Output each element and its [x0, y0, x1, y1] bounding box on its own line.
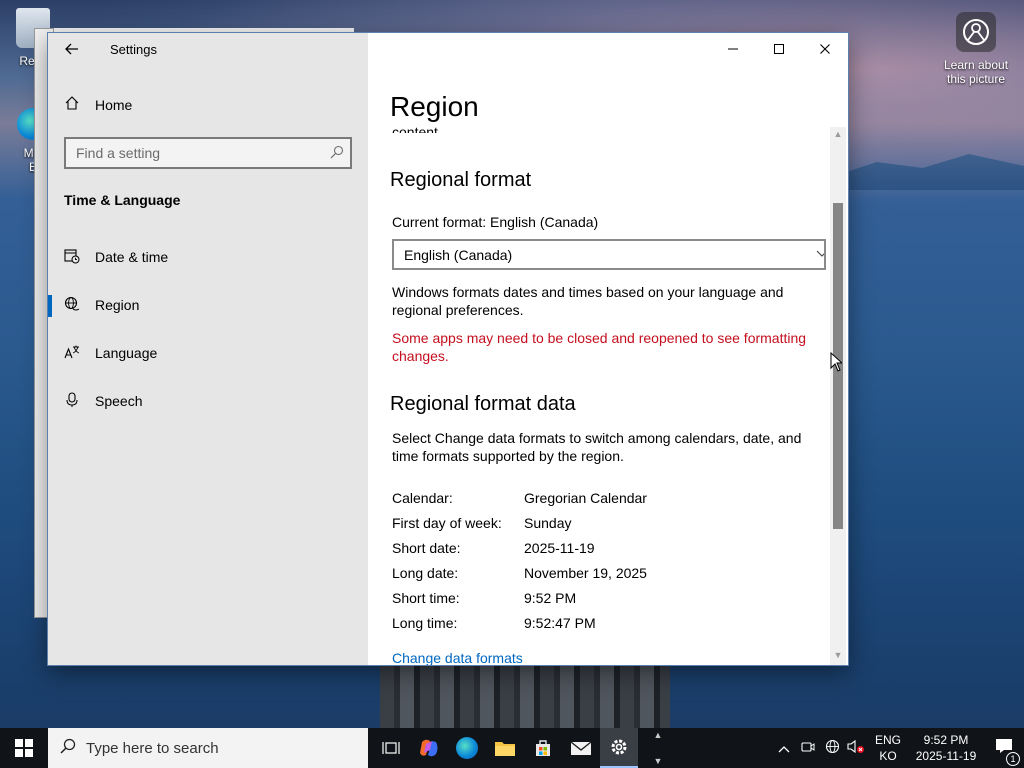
chevron-down-icon[interactable]: ▼ [654, 756, 663, 766]
back-button[interactable] [62, 39, 82, 59]
format-data-key: Short time: [392, 590, 460, 606]
taskbar: Type here to search ▲ ▼ ENG KO 9:52 PM 2… [0, 728, 1024, 768]
start-button[interactable] [0, 728, 48, 768]
window-title: Settings [110, 42, 157, 57]
format-data-value: November 19, 2025 [524, 565, 647, 581]
settings-nav-pane: Settings Home Time & Language Date & tim… [48, 33, 368, 665]
sidebar-item-label: Region [95, 297, 140, 313]
input-language-indicator[interactable]: ENG KO [868, 732, 908, 764]
sidebar-item-speech[interactable]: Speech [48, 381, 368, 421]
nav-home[interactable]: Home [64, 95, 132, 114]
sidebar-item-label: Language [95, 345, 158, 361]
microphone-icon [64, 391, 80, 411]
settings-window: Settings Home Time & Language Date & tim… [48, 33, 848, 665]
nav-section-title: Time & Language [64, 192, 181, 208]
action-center-button[interactable]: 1 [984, 738, 1024, 766]
mouse-cursor-icon [830, 352, 842, 372]
sidebar-item-label: Speech [95, 393, 143, 409]
file-explorer-button[interactable] [486, 728, 524, 768]
task-view-icon [382, 742, 400, 754]
format-data-value: 9:52:47 PM [524, 615, 596, 631]
language-icon [64, 344, 80, 363]
maximize-icon [774, 44, 784, 54]
scroll-down-arrow-icon[interactable]: ▼ [830, 650, 846, 664]
notification-count-badge: 1 [1006, 751, 1020, 766]
maximize-button[interactable] [756, 33, 802, 65]
edge-icon [456, 737, 478, 759]
format-data-value: 2025-11-19 [524, 540, 595, 556]
folder-icon [495, 742, 515, 756]
volume-muted-icon[interactable] [844, 739, 868, 757]
clock-date: 2025-11-19 [915, 749, 977, 763]
store-icon [536, 740, 550, 756]
settings-taskbar-button[interactable] [600, 728, 638, 768]
find-setting-input[interactable] [76, 145, 324, 161]
chevron-up-icon[interactable]: ▲ [654, 730, 663, 740]
clock-time: 9:52 PM [923, 733, 969, 747]
keyboard-layout-code: KO [879, 749, 897, 763]
format-data-key: First day of week: [392, 515, 502, 531]
system-tray: ENG KO 9:52 PM 2025-11-19 1 [772, 728, 1024, 768]
format-data-value: Gregorian Calendar [524, 490, 647, 506]
format-data-value: Sunday [524, 515, 572, 531]
search-icon [60, 738, 76, 759]
scrolled-text-fragment: content. [392, 124, 442, 133]
copilot-button[interactable] [410, 728, 448, 768]
current-format-label: Current format: English (Canada) [392, 214, 599, 230]
close-icon [820, 44, 830, 54]
taskbar-search-box[interactable]: Type here to search [48, 728, 368, 768]
gear-icon [611, 739, 627, 755]
settings-content-pane: Region content. Regional format Current … [368, 33, 848, 665]
edge-taskbar-button[interactable] [448, 728, 486, 768]
calendar-clock-icon [64, 248, 80, 267]
format-data-key: Long date: [392, 565, 459, 581]
show-hidden-icons-chevron-icon[interactable] [772, 741, 796, 756]
mail-icon [570, 741, 592, 755]
regional-format-dropdown[interactable]: English (Canada) [392, 239, 826, 270]
find-setting-search[interactable] [64, 137, 352, 169]
regional-format-description: Windows formats dates and times based on… [392, 284, 784, 318]
format-data-key: Short date: [392, 540, 461, 556]
minimize-icon [728, 48, 738, 50]
copilot-icon [420, 739, 438, 757]
nav-home-label: Home [95, 96, 133, 113]
back-arrow-icon [65, 43, 78, 55]
sidebar-item-label: Date & time [95, 249, 169, 265]
taskbar-clock[interactable]: 9:52 PM 2025-11-19 [908, 732, 984, 764]
formatting-warning: Some apps may need to be closed and reop… [392, 330, 807, 364]
learn-about-label: Learn about this picture [943, 58, 1009, 86]
close-button[interactable] [802, 33, 848, 65]
windows-logo-icon [15, 739, 33, 757]
format-data-key: Calendar: [392, 490, 453, 506]
format-data-key: Long time: [392, 615, 458, 631]
scroll-up-arrow-icon[interactable]: ▲ [830, 129, 846, 143]
regional-format-data-heading: Regional format data [390, 393, 576, 415]
chevron-down-icon [816, 247, 824, 262]
dropdown-selected-value: English (Canada) [404, 246, 513, 263]
task-view-button[interactable] [372, 728, 410, 768]
mail-button[interactable] [562, 728, 600, 768]
sidebar-item-language[interactable]: Language [48, 333, 368, 373]
wallpaper-dock [380, 664, 670, 728]
network-globe-icon[interactable] [820, 739, 844, 757]
change-data-formats-link[interactable]: Change data formats [392, 650, 523, 665]
format-data-description: Select Change data formats to switch amo… [392, 430, 802, 464]
globe-icon [64, 296, 80, 315]
search-icon[interactable] [324, 145, 350, 162]
sidebar-item-region[interactable]: Region [48, 285, 368, 325]
regional-format-heading: Regional format [390, 169, 532, 191]
sidebar-item-date-time[interactable]: Date & time [48, 237, 368, 277]
home-icon [64, 95, 80, 114]
taskbar-search-placeholder: Type here to search [86, 739, 219, 757]
minimize-button[interactable] [710, 33, 756, 65]
camera-icon [956, 12, 996, 52]
meet-now-icon[interactable] [796, 740, 820, 757]
format-data-value: 9:52 PM [524, 590, 577, 606]
learn-about-picture[interactable]: Learn about this picture [940, 12, 1012, 86]
taskbar-scroll-arrows[interactable]: ▲ ▼ [652, 728, 664, 768]
language-code: ENG [874, 733, 901, 747]
store-button[interactable] [524, 728, 562, 768]
notification-icon [996, 738, 1012, 753]
